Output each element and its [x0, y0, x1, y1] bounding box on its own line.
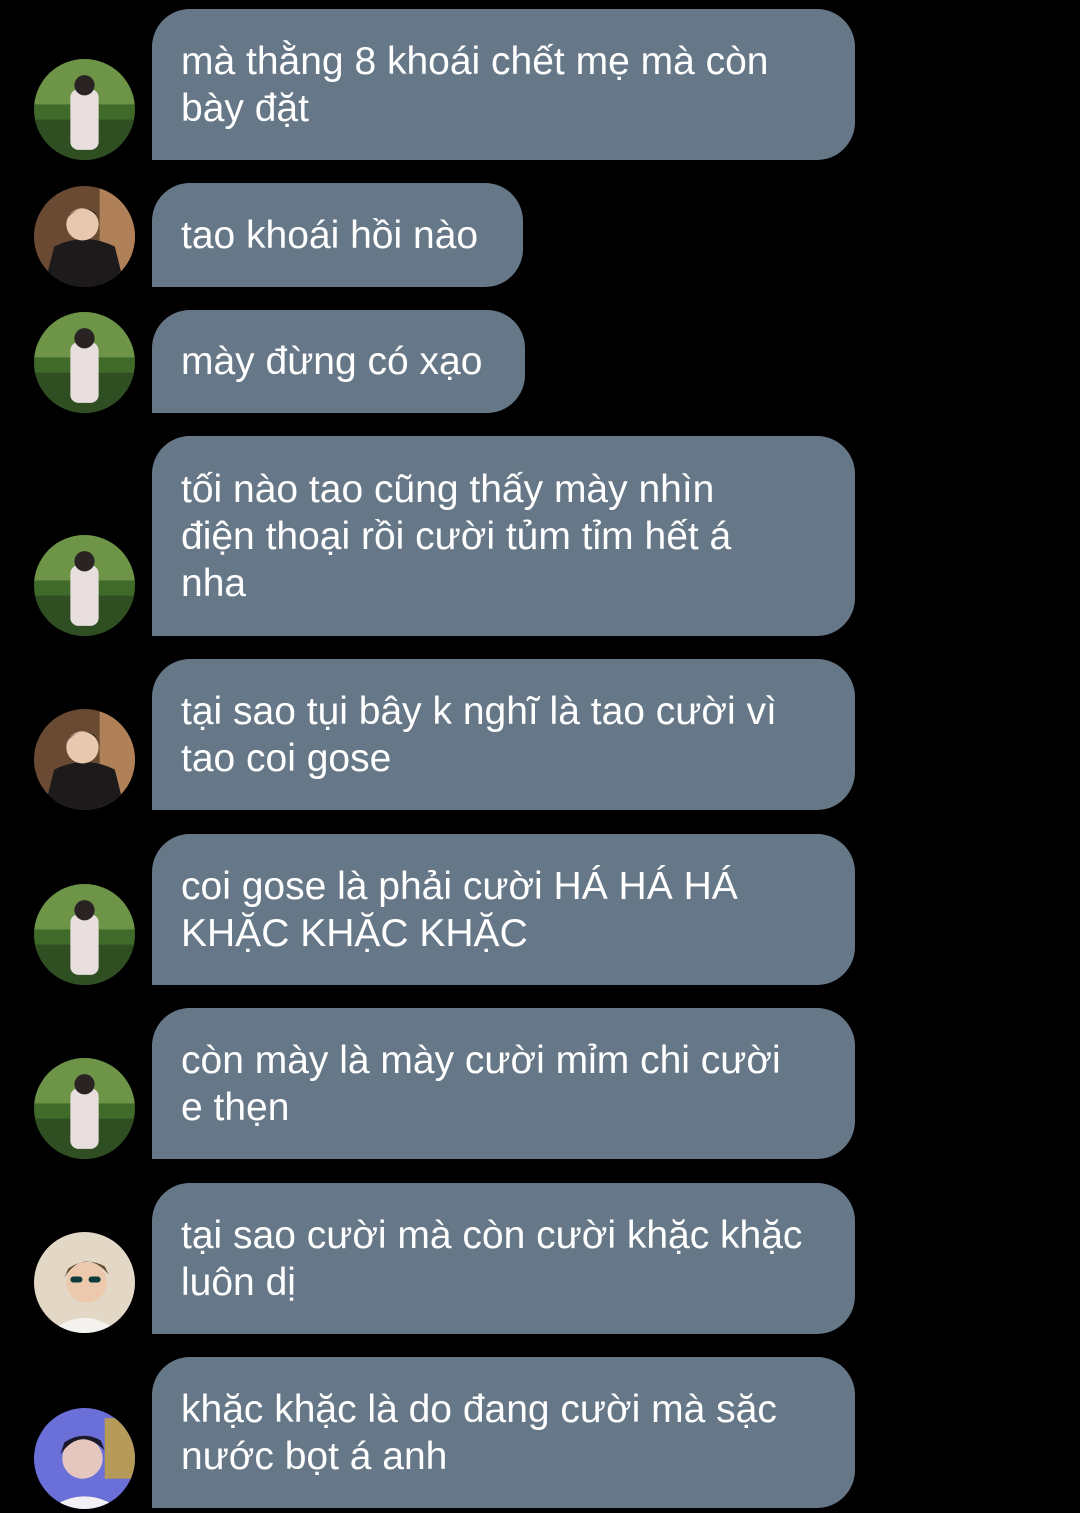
message-text: tối nào tao cũng thấy mày nhìn điện thoạ… [181, 467, 732, 605]
message-bubble[interactable]: mày đừng có xạo [152, 310, 525, 413]
message-text: mày đừng có xạo [181, 340, 483, 383]
avatar-suit-photo[interactable] [34, 186, 135, 287]
message-text: tại sao cười mà còn cười khặc khặc luôn … [181, 1213, 803, 1304]
message-text: mà thằng 8 khoái chết mẹ mà còn bày đặt [181, 39, 769, 130]
avatar-garden-photo[interactable] [34, 535, 135, 636]
avatar-garden-photo[interactable] [34, 884, 135, 985]
message-text: coi gose là phải cười HÁ HÁ HÁ KHẶC KHẶC… [181, 864, 738, 955]
message-bubble[interactable]: tại sao tụi bây k nghĩ là tao cười vì ta… [152, 659, 855, 810]
message-bubble[interactable]: tao khoái hồi nào [152, 183, 523, 287]
avatar-garden-photo[interactable] [34, 312, 135, 413]
message-bubble[interactable]: mà thằng 8 khoái chết mẹ mà còn bày đặt [152, 9, 855, 160]
message-text: còn mày là mày cười mỉm chi cười e thẹn [181, 1038, 781, 1129]
avatar-blue-light-photo[interactable] [34, 1408, 135, 1509]
message-bubble[interactable]: tại sao cười mà còn cười khặc khặc luôn … [152, 1183, 855, 1334]
avatar-sunglasses-photo[interactable] [34, 1232, 135, 1333]
message-bubble[interactable]: coi gose là phải cười HÁ HÁ HÁ KHẶC KHẶC… [152, 834, 855, 985]
message-text: tại sao tụi bây k nghĩ là tao cười vì ta… [181, 689, 777, 780]
message-text: khặc khặc là do đang cười mà sặc nước bọ… [181, 1387, 777, 1478]
avatar-garden-photo[interactable] [34, 1058, 135, 1159]
message-bubble[interactable]: tối nào tao cũng thấy mày nhìn điện thoạ… [152, 436, 855, 636]
avatar-garden-photo[interactable] [34, 59, 135, 160]
message-bubble[interactable]: khặc khặc là do đang cười mà sặc nước bọ… [152, 1357, 855, 1508]
avatar-suit-photo[interactable] [34, 709, 135, 810]
message-bubble[interactable]: còn mày là mày cười mỉm chi cười e thẹn [152, 1008, 855, 1159]
message-text: tao khoái hồi nào [181, 213, 479, 257]
